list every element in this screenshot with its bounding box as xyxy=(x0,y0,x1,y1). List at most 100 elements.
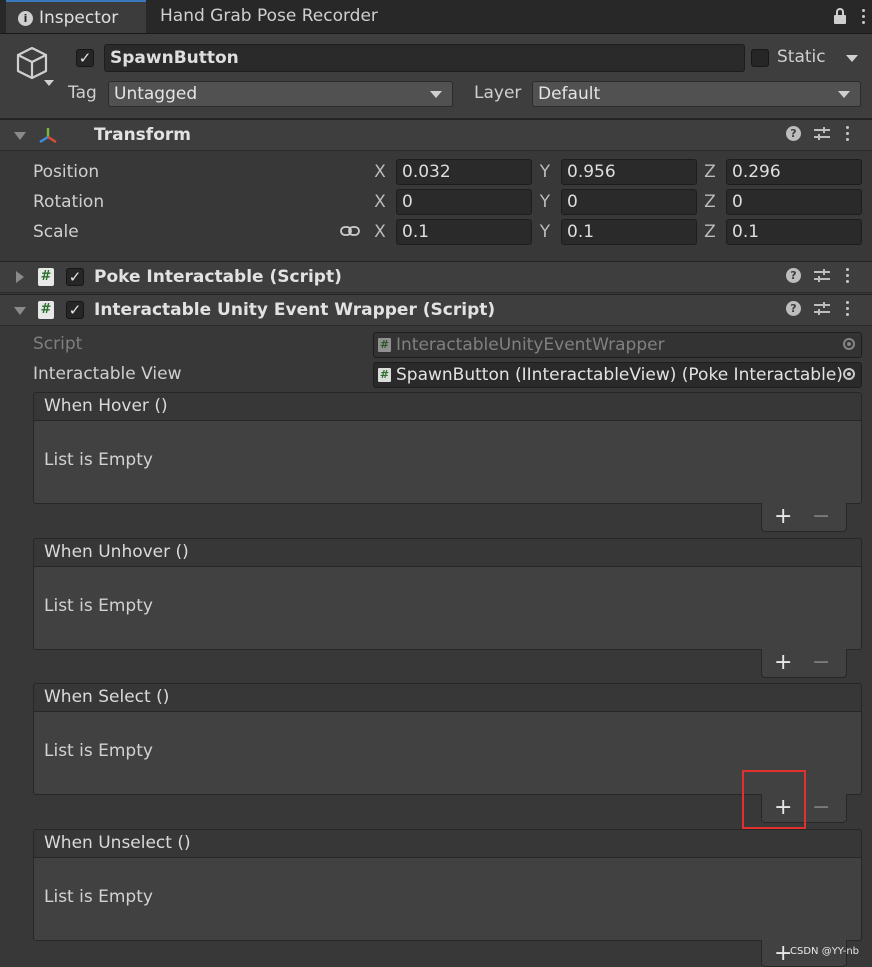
event-list-when-select: List is Empty xyxy=(33,712,862,795)
rotation-label: Rotation xyxy=(33,192,105,212)
script-field: # InteractableUnityEventWrapper xyxy=(373,332,862,358)
object-picker-icon xyxy=(843,338,855,350)
event-header-when-hover: When Hover () xyxy=(33,392,862,421)
context-menu-icon[interactable] xyxy=(846,268,850,284)
transform-header[interactable]: Transform ? xyxy=(0,119,872,151)
header-icons: ? xyxy=(786,268,856,286)
rotation-y-field[interactable]: 0 xyxy=(561,189,697,215)
info-icon: i xyxy=(18,10,33,26)
event-header-when-unselect: When Unselect () xyxy=(33,829,862,858)
tab-hand-grab-label: Hand Grab Pose Recorder xyxy=(160,6,378,26)
preset-sliders-icon[interactable] xyxy=(814,302,830,316)
list-footer: + − xyxy=(761,649,847,678)
rotation-y-label: Y xyxy=(539,192,551,212)
rotation-x-field[interactable]: 0 xyxy=(396,189,532,215)
scale-z-label: Z xyxy=(704,222,716,242)
interactable-view-label: Interactable View xyxy=(33,364,182,384)
event-list-when-unhover: List is Empty xyxy=(33,567,862,650)
rotation-z-field[interactable]: 0 xyxy=(726,189,862,215)
help-icon[interactable]: ? xyxy=(786,126,801,141)
remove-event-button[interactable]: − xyxy=(812,503,830,530)
add-event-button[interactable]: + xyxy=(774,503,792,530)
layer-dropdown[interactable]: Default xyxy=(532,81,861,107)
gameobject-header: ✓ SpawnButton Static Tag Untagged Layer … xyxy=(0,34,872,119)
transform-body: Position Rotation Scale X 0.032 Y 0.956 … xyxy=(0,151,872,261)
foldout-arrow-icon[interactable] xyxy=(14,307,26,315)
poke-enabled-checkbox[interactable]: ✓ xyxy=(66,268,84,286)
add-event-button[interactable]: + xyxy=(774,649,792,676)
script-icon: # xyxy=(38,301,54,319)
header-icons: ? xyxy=(786,126,856,144)
event-header-when-select: When Select () xyxy=(33,683,862,712)
layer-label: Layer xyxy=(474,83,522,103)
help-icon[interactable]: ? xyxy=(786,268,801,283)
active-checkbox[interactable]: ✓ xyxy=(76,49,94,67)
script-icon: # xyxy=(378,338,391,352)
position-y-label: Y xyxy=(539,162,551,182)
script-value: InteractableUnityEventWrapper xyxy=(396,335,665,355)
rotation-z-label: Z xyxy=(704,192,716,212)
foldout-arrow-icon[interactable] xyxy=(14,132,26,140)
highlight-box xyxy=(742,770,806,829)
list-empty-text: List is Empty xyxy=(44,741,153,761)
layer-value: Default xyxy=(538,84,601,104)
gameobject-cube-icon[interactable] xyxy=(14,44,56,86)
list-empty-text: List is Empty xyxy=(44,450,153,470)
position-x-label: X xyxy=(374,162,386,182)
poke-interactable-header[interactable]: # ✓ Poke Interactable (Script) ? xyxy=(0,261,872,293)
script-label: Script xyxy=(33,334,83,354)
tag-value: Untagged xyxy=(114,84,198,104)
position-label: Position xyxy=(33,162,100,182)
scale-y-field[interactable]: 0.1 xyxy=(561,219,697,245)
event-list-when-hover: List is Empty xyxy=(33,421,862,504)
tab-bar: i Inspector Hand Grab Pose Recorder xyxy=(0,0,872,34)
event-header-when-unhover: When Unhover () xyxy=(33,538,862,567)
tab-menu-icon[interactable] xyxy=(862,9,866,25)
link-constrain-icon[interactable] xyxy=(340,225,360,237)
interactable-view-field[interactable]: # SpawnButton (IInteractableView) (Poke … xyxy=(373,362,862,388)
help-icon[interactable]: ? xyxy=(786,301,801,316)
header-icons: ? xyxy=(786,301,856,319)
tab-hand-grab-pose-recorder[interactable]: Hand Grab Pose Recorder xyxy=(148,0,408,33)
scale-x-field[interactable]: 0.1 xyxy=(396,219,532,245)
context-menu-icon[interactable] xyxy=(846,301,850,317)
position-z-field[interactable]: 0.296 xyxy=(726,159,862,185)
tab-inspector-label: Inspector xyxy=(39,8,119,28)
gameobject-name-field[interactable]: SpawnButton xyxy=(104,44,745,72)
scale-y-label: Y xyxy=(539,222,551,242)
poke-interactable-title: Poke Interactable (Script) xyxy=(94,267,342,287)
wrapper-enabled-checkbox[interactable]: ✓ xyxy=(66,301,84,319)
tab-inspector[interactable]: i Inspector xyxy=(6,0,146,33)
event-wrapper-header[interactable]: # ✓ Interactable Unity Event Wrapper (Sc… xyxy=(0,294,872,326)
tag-dropdown[interactable]: Untagged xyxy=(108,81,453,107)
scale-label: Scale xyxy=(33,222,79,242)
script-icon: # xyxy=(378,368,391,382)
scale-x-label: X xyxy=(374,222,386,242)
chevron-down-icon xyxy=(838,91,850,98)
script-icon: # xyxy=(38,268,54,286)
transform-title: Transform xyxy=(94,125,191,145)
transform-gizmo-icon xyxy=(39,128,57,144)
rotation-x-label: X xyxy=(374,192,386,212)
preset-sliders-icon[interactable] xyxy=(814,127,830,141)
remove-event-button[interactable]: − xyxy=(812,794,830,821)
watermark: CSDN @YY-nb xyxy=(790,946,860,957)
static-dropdown-caret[interactable] xyxy=(846,55,858,62)
remove-event-button[interactable]: − xyxy=(812,649,830,676)
preset-sliders-icon[interactable] xyxy=(814,269,830,283)
context-menu-icon[interactable] xyxy=(846,126,850,142)
lock-icon[interactable] xyxy=(834,8,846,24)
event-list-when-unselect: List is Empty xyxy=(33,858,862,941)
event-wrapper-title: Interactable Unity Event Wrapper (Script… xyxy=(94,300,496,320)
position-x-field[interactable]: 0.032 xyxy=(396,159,532,185)
scale-z-field[interactable]: 0.1 xyxy=(726,219,862,245)
interactable-view-value: SpawnButton (IInteractableView) (Poke In… xyxy=(396,365,843,385)
chevron-down-icon xyxy=(430,91,442,98)
foldout-arrow-icon[interactable] xyxy=(16,271,24,283)
object-picker-icon[interactable] xyxy=(843,368,855,380)
position-y-field[interactable]: 0.956 xyxy=(561,159,697,185)
list-empty-text: List is Empty xyxy=(44,596,153,616)
static-checkbox[interactable] xyxy=(751,49,769,67)
position-z-label: Z xyxy=(704,162,716,182)
list-footer: + − xyxy=(761,503,847,532)
